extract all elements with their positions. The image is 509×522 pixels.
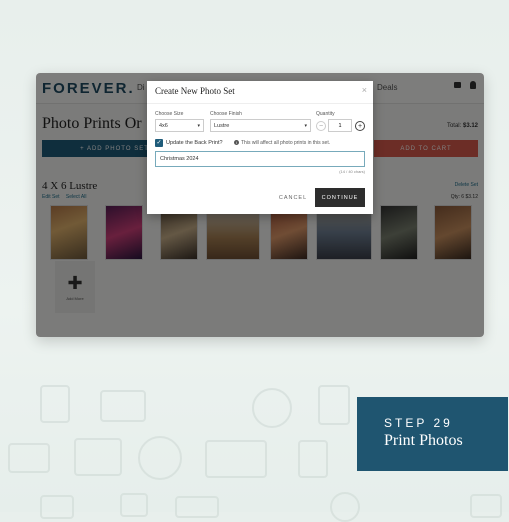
info-icon: i	[234, 140, 239, 145]
continue-button[interactable]: CONTINUE	[315, 188, 365, 207]
quantity-input[interactable]: 1	[328, 119, 352, 132]
dialog-title: Create New Photo Set	[155, 86, 235, 96]
info-note-text: This will affect all photo prints in thi…	[241, 140, 331, 146]
back-print-label[interactable]: Update the Back Print?	[166, 140, 223, 146]
size-select[interactable]: 4x6 ▾	[155, 119, 204, 132]
dialog-divider	[147, 103, 373, 104]
back-print-checkbox[interactable]: ✓	[155, 139, 163, 147]
character-count: (14 / 40 chars)	[339, 169, 365, 174]
step-number: STEP 29	[384, 416, 453, 430]
quantity-increment-button[interactable]: +	[355, 121, 365, 131]
create-photo-set-dialog: Create New Photo Set × Choose Size 4x6 ▾…	[147, 81, 373, 214]
step-title: Print Photos	[384, 432, 463, 449]
finish-select[interactable]: Lustre ▾	[210, 119, 311, 132]
chevron-down-icon: ▾	[197, 123, 200, 129]
cancel-button[interactable]: CANCEL	[273, 189, 313, 207]
quantity-label: Quantity	[316, 111, 335, 117]
back-print-note: i This will affect all photo prints in th…	[234, 140, 330, 146]
close-icon[interactable]: ×	[362, 85, 367, 95]
chevron-down-icon: ▾	[304, 123, 307, 129]
step-badge: STEP 29 Print Photos	[357, 397, 508, 471]
quantity-decrement-button[interactable]: −	[316, 121, 326, 131]
finish-label: Choose Finish	[210, 111, 242, 117]
back-print-text-input[interactable]: Christmas 2024	[155, 151, 365, 167]
size-label: Choose Size	[155, 111, 184, 117]
size-value: 4x6	[159, 123, 168, 129]
finish-value: Lustre	[214, 123, 230, 129]
